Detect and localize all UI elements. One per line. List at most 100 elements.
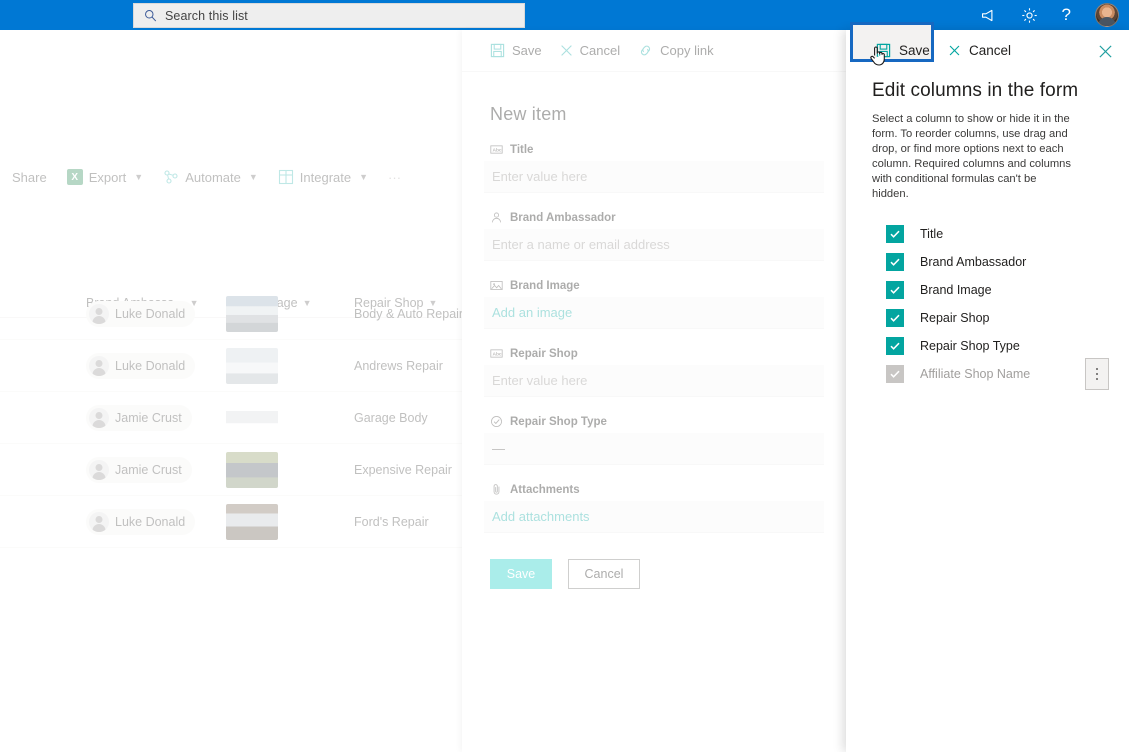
persona-name: Luke Donald bbox=[115, 358, 186, 373]
add-image-label: Add an image bbox=[492, 305, 573, 320]
field-label-text: Attachments bbox=[510, 483, 580, 496]
cell-repair-shop: Andrews Repair bbox=[346, 359, 462, 373]
column-item-brand-ambassador[interactable]: Brand Ambassador bbox=[846, 248, 1129, 276]
megaphone-icon[interactable] bbox=[980, 7, 997, 24]
column-options-button[interactable] bbox=[1085, 358, 1109, 390]
form-action-buttons: Save Cancel bbox=[484, 537, 824, 589]
close-icon bbox=[1099, 45, 1112, 58]
list-background-layer: Share Export ▼ Automate ▼ bbox=[0, 30, 462, 752]
column-item-label: Title bbox=[920, 227, 944, 241]
copy-link-button[interactable]: Copy link bbox=[638, 43, 714, 58]
cell-brand-image bbox=[218, 451, 346, 488]
save-icon bbox=[876, 43, 891, 58]
checkbox-repair-shop-type[interactable] bbox=[886, 337, 904, 355]
person-icon bbox=[89, 303, 109, 324]
persona: Jamie Crust bbox=[86, 456, 192, 483]
integrate-icon bbox=[278, 169, 293, 185]
field-repair-shop: Abc Repair Shop Enter value here bbox=[484, 347, 824, 397]
checkbox-brand-ambassador[interactable] bbox=[886, 253, 904, 271]
cell-brand-ambassador: Luke Donald bbox=[78, 508, 218, 535]
share-button[interactable]: Share bbox=[4, 164, 55, 191]
checkbox-brand-image[interactable] bbox=[886, 281, 904, 299]
cell-brand-ambassador: Luke Donald bbox=[78, 352, 218, 379]
cell-repair-shop: Expensive Repair bbox=[346, 463, 462, 477]
form-save-button[interactable]: Save bbox=[490, 43, 542, 58]
person-icon bbox=[89, 407, 109, 428]
form-save-label: Save bbox=[512, 43, 542, 58]
chevron-down-icon: ▼ bbox=[248, 172, 258, 182]
column-item-repair-shop[interactable]: Repair Shop bbox=[846, 304, 1129, 332]
column-item-title[interactable]: Title bbox=[846, 220, 1129, 248]
suite-actions: ? bbox=[980, 0, 1119, 30]
cancel-button[interactable]: Cancel bbox=[568, 559, 640, 589]
cell-brand-ambassador: Jamie Crust bbox=[78, 404, 218, 431]
svg-text:Abc: Abc bbox=[492, 148, 501, 154]
more-commands-button[interactable]: ··· bbox=[380, 164, 409, 191]
integrate-button[interactable]: Integrate ▼ bbox=[270, 163, 376, 191]
add-attachments-link[interactable]: Add attachments bbox=[484, 501, 824, 533]
repair-shop-placeholder: Enter value here bbox=[492, 373, 588, 388]
search-input[interactable] bbox=[165, 8, 495, 23]
edit-columns-save-button[interactable]: Save bbox=[876, 43, 930, 58]
link-icon bbox=[641, 45, 651, 56]
form-cancel-button[interactable]: Cancel bbox=[560, 43, 620, 58]
panel-description: Select a column to show or hide it in th… bbox=[872, 113, 1071, 200]
edit-columns-cancel-label: Cancel bbox=[969, 43, 1012, 58]
automate-button[interactable]: Automate ▼ bbox=[155, 163, 266, 191]
table-row[interactable]: Luke Donald Ford's Repair bbox=[0, 496, 462, 548]
table-row[interactable]: Jamie Crust Expensive Repair bbox=[0, 444, 462, 496]
column-item-affiliate-shop-name[interactable]: Affiliate Shop Name bbox=[846, 358, 1129, 390]
person-icon bbox=[89, 459, 109, 480]
persona: Luke Donald bbox=[86, 300, 196, 327]
field-repair-shop-label: Abc Repair Shop bbox=[484, 347, 824, 365]
brand-ambassador-input[interactable]: Enter a name or email address bbox=[484, 229, 824, 261]
edit-columns-cancel-button[interactable]: Cancel bbox=[948, 43, 1011, 58]
add-attachments-label: Add attachments bbox=[492, 509, 590, 524]
column-item-label: Brand Ambassador bbox=[920, 255, 1027, 269]
cell-text: Garage Body bbox=[354, 410, 428, 425]
close-icon bbox=[949, 45, 960, 56]
field-attachments-label: Attachments bbox=[484, 483, 824, 501]
column-item-repair-shop-type[interactable]: Repair Shop Type bbox=[846, 332, 1129, 360]
repair-shop-input[interactable]: Enter value here bbox=[484, 365, 824, 397]
close-icon bbox=[560, 45, 572, 56]
cell-repair-shop: Garage Body bbox=[346, 411, 462, 425]
table-row[interactable]: Luke Donald Body & Auto Repair bbox=[0, 288, 462, 340]
checkbox-repair-shop[interactable] bbox=[886, 309, 904, 327]
table-row[interactable]: Luke Donald Andrews Repair bbox=[0, 340, 462, 392]
text-field-icon: Abc bbox=[490, 145, 503, 154]
close-panel-button[interactable] bbox=[1098, 44, 1113, 62]
repair-shop-type-select[interactable]: — bbox=[484, 433, 824, 465]
export-button[interactable]: Export ▼ bbox=[59, 163, 152, 191]
field-label-text: Repair Shop Type bbox=[510, 415, 607, 428]
table-row[interactable]: Jamie Crust Garage Body bbox=[0, 392, 462, 444]
brand-ambassador-placeholder: Enter a name or email address bbox=[492, 237, 670, 252]
cell-brand-image bbox=[218, 295, 346, 332]
search-box[interactable] bbox=[133, 3, 525, 28]
share-label: Share bbox=[12, 169, 47, 185]
form-title: New item bbox=[490, 104, 567, 124]
checkbox-title[interactable] bbox=[886, 225, 904, 243]
field-brand-ambassador: Brand Ambassador Enter a name or email a… bbox=[484, 211, 824, 261]
person-icon bbox=[492, 212, 501, 223]
add-image-link[interactable]: Add an image bbox=[484, 297, 824, 329]
title-placeholder: Enter value here bbox=[492, 169, 588, 184]
export-label: Export bbox=[88, 169, 127, 185]
cell-text: Ford's Repair bbox=[354, 514, 429, 529]
check-icon bbox=[890, 370, 900, 378]
save-icon bbox=[490, 43, 505, 58]
column-item-brand-image[interactable]: Brand Image bbox=[846, 276, 1129, 304]
automate-label: Automate bbox=[185, 169, 241, 185]
gear-icon[interactable] bbox=[1021, 7, 1038, 24]
avatar[interactable] bbox=[1095, 3, 1119, 27]
edit-columns-panel: Save Cancel Edit columns in the form Sel… bbox=[846, 22, 1129, 752]
title-input[interactable]: Enter value here bbox=[484, 161, 824, 193]
check-icon bbox=[890, 230, 900, 238]
form-cancel-label: Cancel bbox=[579, 43, 621, 58]
field-label-text: Title bbox=[510, 143, 534, 156]
new-item-form-panel: Save Cancel Copy link New item Abc Title… bbox=[462, 30, 846, 752]
cell-text: Body & Auto Repair bbox=[354, 306, 462, 321]
panel-title: Edit columns in the form bbox=[872, 80, 1079, 101]
help-icon[interactable]: ? bbox=[1062, 5, 1071, 25]
save-button[interactable]: Save bbox=[490, 559, 552, 589]
